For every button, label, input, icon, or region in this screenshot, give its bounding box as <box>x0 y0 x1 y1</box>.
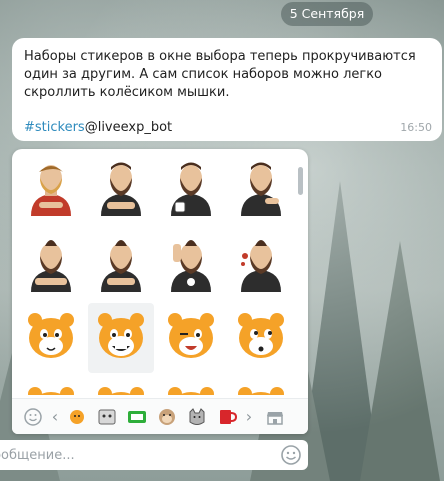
sticker-item[interactable] <box>18 153 84 223</box>
message-text: Наборы стикеров в окне выбора теперь про… <box>24 49 416 100</box>
sticker-item[interactable] <box>88 229 154 299</box>
sticker-item[interactable] <box>228 303 294 373</box>
sticker-item[interactable] <box>158 229 224 299</box>
tiger-sticker <box>168 313 214 358</box>
mention-text[interactable]: @liveexp_bot <box>85 120 172 135</box>
tiger-sticker <box>98 313 144 358</box>
sticker-set-red-cup[interactable] <box>212 402 242 432</box>
date-separator: 5 Сентября <box>281 2 373 26</box>
sticker-item[interactable] <box>88 377 154 395</box>
sticker-grid[interactable] <box>18 149 294 395</box>
sticker-set-monkey[interactable] <box>152 402 182 432</box>
sticker-item[interactable] <box>228 229 294 299</box>
sticker-item[interactable] <box>158 303 224 373</box>
tiger-sticker <box>238 387 284 395</box>
sticker-item[interactable] <box>18 377 84 395</box>
bearded-man-sticker <box>101 240 141 292</box>
message-bubble[interactable]: Наборы стикеров в окне выбора теперь про… <box>12 38 442 141</box>
sticker-set-green-logo[interactable] <box>122 402 152 432</box>
emoji-smile-icon[interactable] <box>280 444 302 466</box>
bearded-man-sticker <box>31 240 71 292</box>
tiger-sticker <box>168 387 214 395</box>
store-icon[interactable] <box>260 402 290 432</box>
bearded-man-sticker <box>241 240 281 292</box>
bearded-man-sticker <box>171 162 211 216</box>
tiger-sticker <box>28 387 74 395</box>
sticker-item[interactable] <box>158 377 224 395</box>
message-input-bar <box>0 440 308 470</box>
tiger-sticker <box>238 313 284 358</box>
sticker-item[interactable] <box>18 229 84 299</box>
sticker-item[interactable] <box>88 153 154 223</box>
recent-smile-icon[interactable] <box>18 402 48 432</box>
sticker-item[interactable] <box>18 303 84 373</box>
tiger-sticker <box>98 387 144 395</box>
message-input[interactable] <box>0 441 244 469</box>
sticker-item[interactable] <box>88 303 154 373</box>
sticker-set-tabs: ‹ › <box>12 398 308 434</box>
hashtag-link[interactable]: #stickers <box>24 120 85 135</box>
tiger-sticker <box>28 313 74 358</box>
sticker-scrollbar[interactable] <box>298 167 303 195</box>
message-tags: #stickers@liveexp_bot <box>24 119 172 137</box>
message-time: 16:50 <box>400 121 432 134</box>
sticker-panel: ‹ › <box>12 149 308 434</box>
sticker-set-cat[interactable] <box>182 402 212 432</box>
chevron-left-icon[interactable]: ‹ <box>48 407 62 426</box>
chevron-right-icon[interactable]: › <box>242 407 256 426</box>
bearded-man-sticker <box>171 240 211 292</box>
sticker-item[interactable] <box>228 153 294 223</box>
sticker-item[interactable] <box>158 153 224 223</box>
sticker-set-gray[interactable] <box>92 402 122 432</box>
bearded-man-sticker <box>31 165 71 216</box>
sticker-item[interactable] <box>228 377 294 395</box>
bearded-man-sticker <box>101 162 141 216</box>
bearded-man-sticker <box>241 162 281 216</box>
sticker-set-tiger[interactable] <box>62 402 92 432</box>
